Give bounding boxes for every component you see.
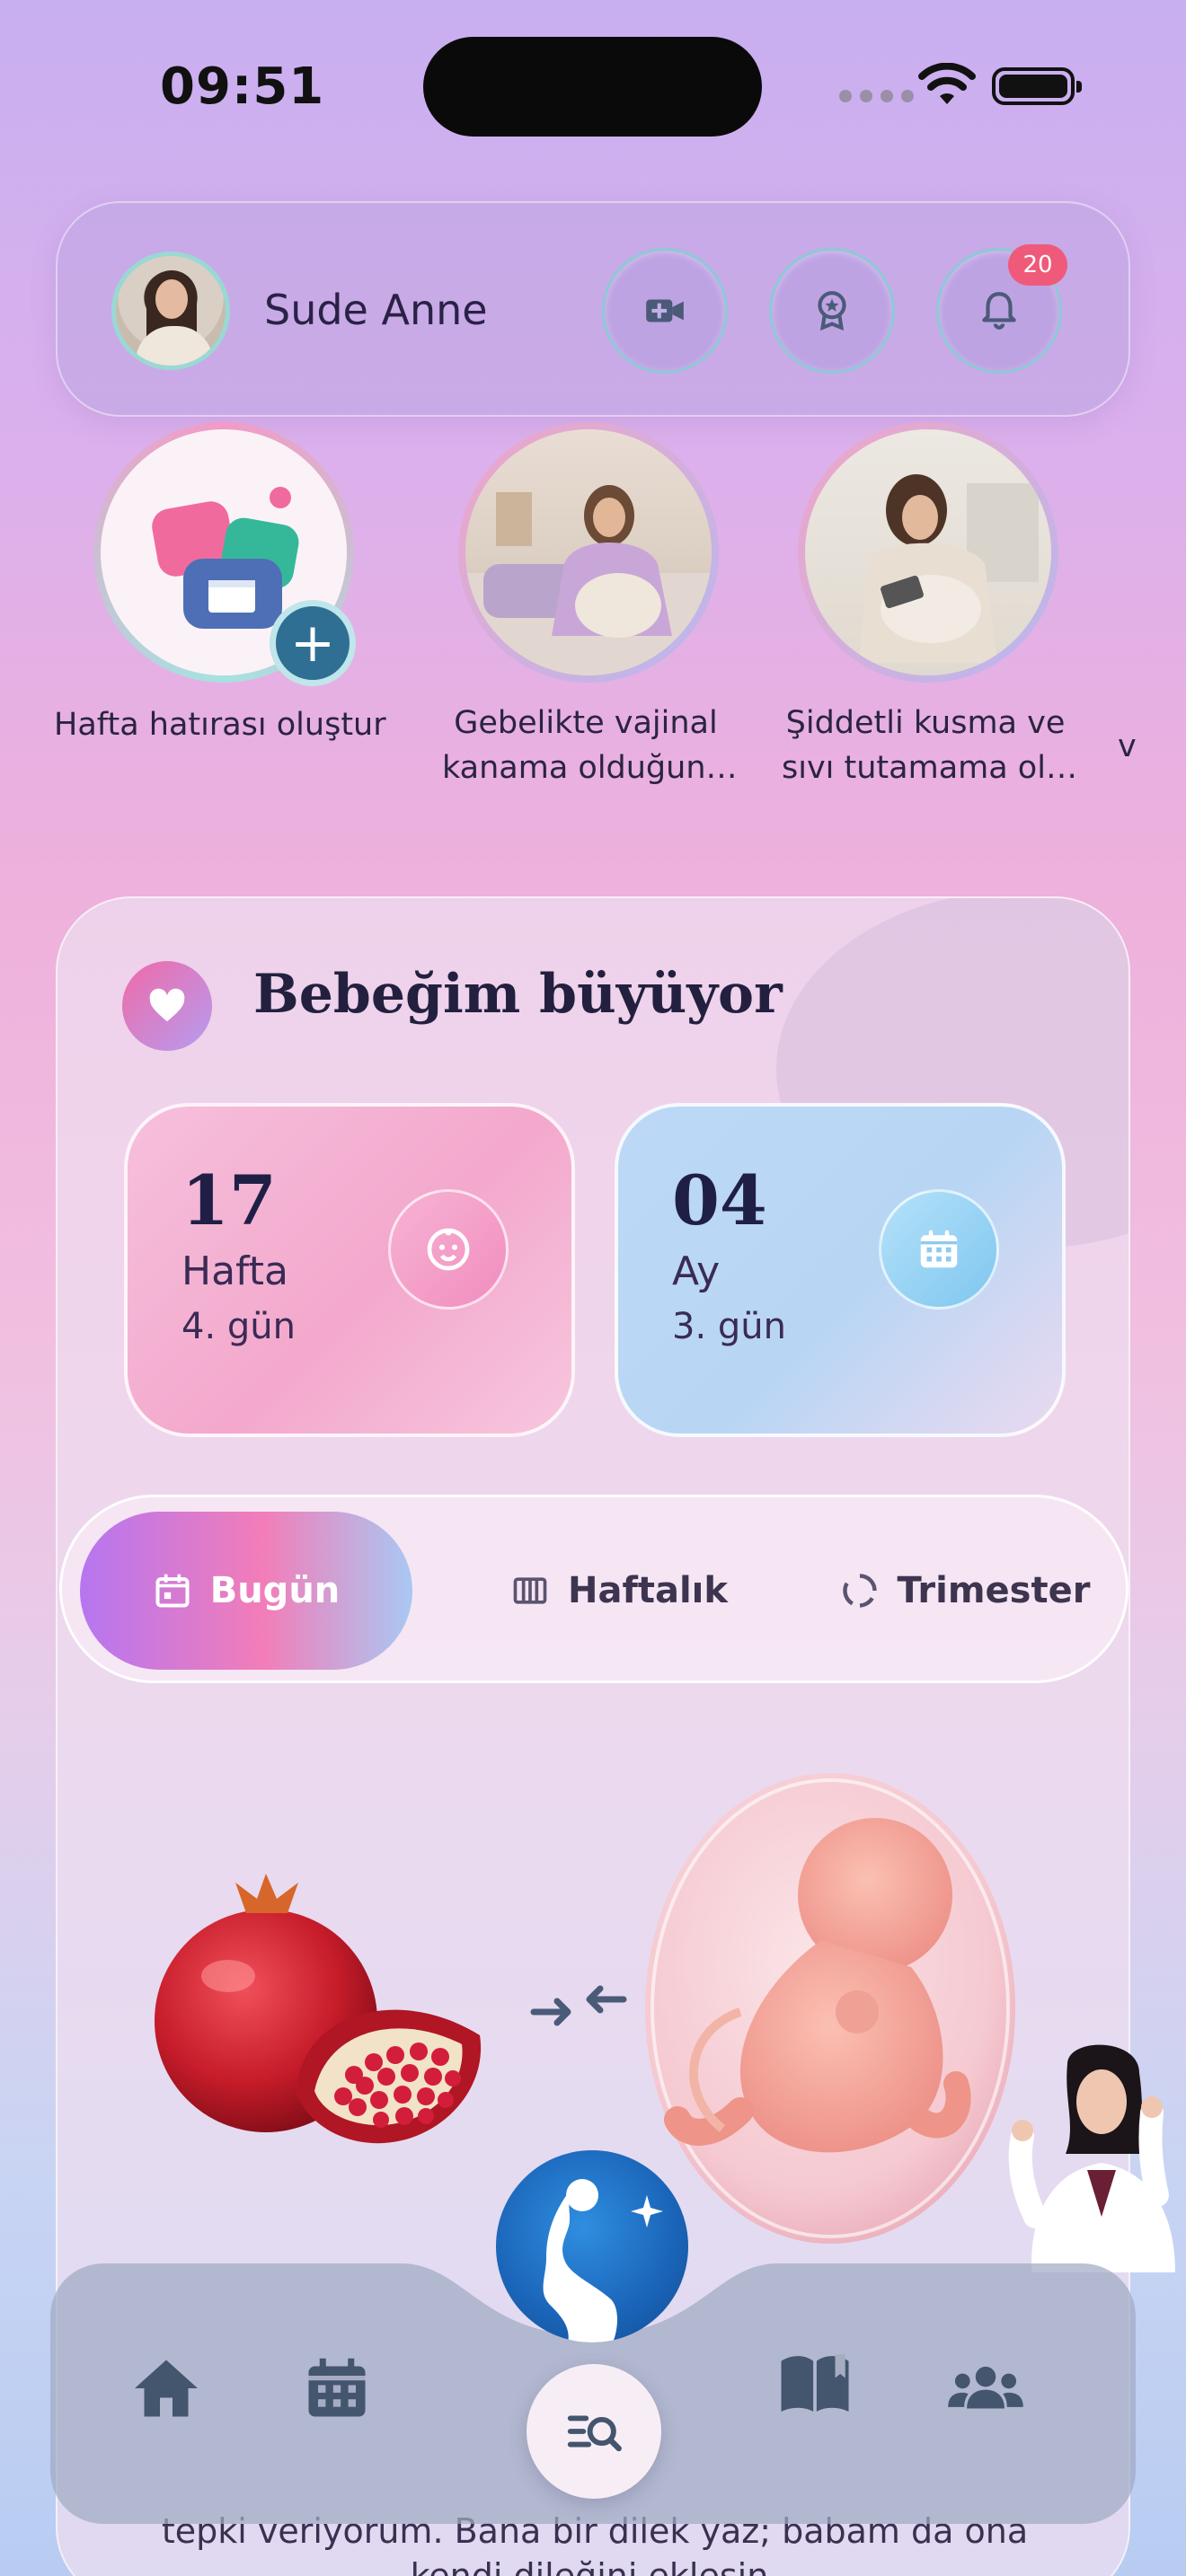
month-unit: Ay: [672, 1248, 721, 1294]
week-number: 17: [181, 1160, 277, 1240]
nav-calendar[interactable]: [296, 2348, 377, 2429]
status-time: 09:51: [160, 57, 325, 116]
nav-community[interactable]: [945, 2348, 1026, 2429]
nav-library[interactable]: [774, 2344, 855, 2425]
story-label: Şiddetli kusma ve sıvı tutamama ol…: [782, 705, 1077, 786]
tab-trimester[interactable]: Trimester: [817, 1512, 1113, 1670]
assistant-character[interactable]: [1005, 2037, 1186, 2272]
community-icon: [948, 2366, 1023, 2409]
add-story-button[interactable]: +: [270, 600, 356, 686]
nav-home[interactable]: [126, 2348, 207, 2429]
period-tabs: Bugün Haftalık Trimester: [59, 1495, 1128, 1683]
tab-label: Haftalık: [567, 1570, 728, 1611]
month-number: 04: [672, 1160, 767, 1240]
app-logo-button[interactable]: [496, 2150, 688, 2342]
card-title: Bebeğim büyüyor: [253, 963, 783, 1026]
home-icon: [135, 2360, 198, 2417]
story-vaginal-bleeding[interactable]: [458, 422, 719, 683]
progress-ring-icon: [842, 1574, 877, 1608]
nav-search-button[interactable]: [527, 2364, 661, 2499]
notification-count-badge: 20: [1008, 244, 1067, 286]
calendar-icon: [879, 1189, 999, 1310]
battery-icon: [992, 67, 1082, 105]
story-photo: [465, 485, 712, 675]
status-bar: 09:51: [0, 0, 1186, 180]
month-day: 3. gün: [672, 1306, 786, 1347]
profile-header: Sude Anne 20: [56, 201, 1130, 417]
baby-face-icon: [388, 1189, 509, 1310]
video-camera-icon: [646, 299, 684, 322]
month-card[interactable]: 04 Ay 3. gün: [615, 1103, 1066, 1437]
story-label-partial: v: [1118, 728, 1137, 764]
heart-icon: [122, 961, 212, 1051]
story-text: kendi dileğini eklesin.: [410, 2556, 780, 2576]
story-photo: [859, 474, 1039, 663]
tab-weekly[interactable]: Haftalık: [484, 1512, 754, 1670]
pregnant-woman-logo-icon: [543, 2179, 663, 2342]
week-unit: Hafta: [181, 1248, 288, 1294]
story-label: Gebelikte vajinal kanama olduğun…: [442, 705, 738, 786]
video-button[interactable]: [602, 248, 728, 374]
award-badge-icon: [818, 291, 846, 331]
story-label: Hafta hatırası oluştur: [54, 707, 386, 743]
calendar-icon: [308, 2358, 366, 2417]
weekly-columns-icon: [513, 1577, 547, 1604]
tab-today[interactable]: Bugün: [80, 1512, 412, 1670]
compare-arrows-icon: [530, 1985, 627, 2026]
pomegranate-image: [155, 1874, 482, 2144]
tab-label: Bugün: [209, 1570, 341, 1611]
week-day: 4. gün: [181, 1306, 296, 1347]
achievements-button[interactable]: [769, 248, 895, 374]
bell-icon: [982, 292, 1016, 330]
user-name[interactable]: Sude Anne: [264, 286, 488, 334]
fetus-image: [645, 1773, 1015, 2244]
week-card[interactable]: 17 Hafta 4. gün: [124, 1103, 575, 1437]
book-icon: [781, 2354, 849, 2412]
tab-label: Trimester: [897, 1570, 1091, 1611]
wifi-icon: [918, 63, 976, 104]
signal-icon: [839, 90, 914, 102]
calendar-day-icon: [155, 1574, 190, 1608]
dynamic-island: [423, 37, 762, 137]
search-list-icon: [567, 2415, 622, 2452]
story-severe-vomiting[interactable]: [798, 422, 1058, 683]
avatar[interactable]: [111, 251, 230, 370]
